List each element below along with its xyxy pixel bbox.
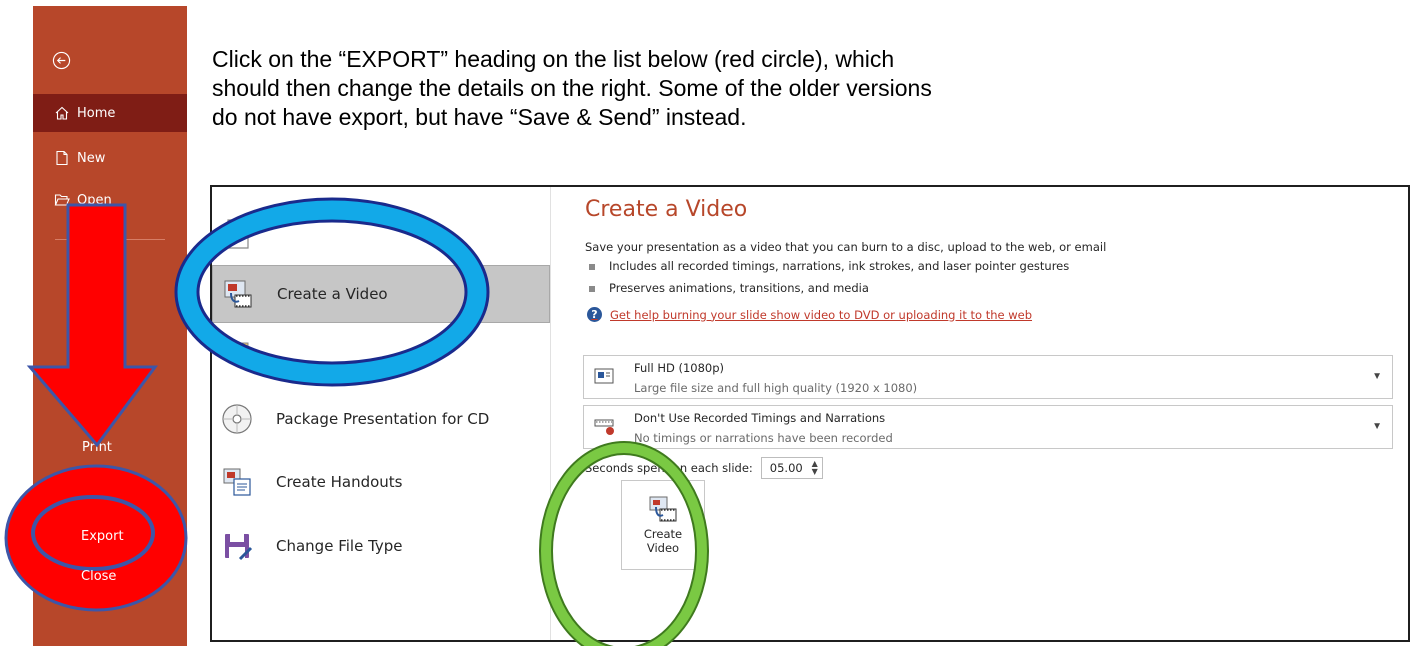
backstage-sidebar: Home New Open Print Export Close [33, 6, 187, 646]
create-video-button[interactable]: Create Video [621, 480, 705, 570]
nav-new[interactable]: New [33, 139, 187, 177]
nav-open[interactable]: Open [33, 181, 187, 219]
help-link-text[interactable]: Get help burning your slide show video t… [610, 308, 1032, 322]
quality-dropdown[interactable]: Full HD (1080p) Large file size and full… [583, 355, 1393, 399]
nav-new-label: New [77, 150, 106, 166]
option-change-file-type[interactable]: Change File Type [212, 517, 550, 575]
create-video-button-line1: Create [643, 527, 683, 541]
cd-icon [222, 404, 252, 434]
option-create-video-label: Create a Video [277, 285, 388, 303]
video-icon [224, 280, 252, 308]
chevron-down-icon: ▼ [1372, 371, 1382, 382]
instruction-text: Click on the “EXPORT” heading on the lis… [212, 46, 932, 130]
nav-print[interactable]: Print [82, 440, 112, 455]
timings-icon [594, 419, 614, 435]
export-panel: nt Create a Video Package Presentation f… [210, 185, 1410, 642]
back-arrow-icon[interactable] [52, 51, 71, 70]
details-bullet: Includes all recorded timings, narration… [589, 259, 1069, 273]
timings-subtitle: No timings or narrations have been recor… [634, 431, 893, 445]
quality-subtitle: Large file size and full high quality (1… [634, 381, 918, 395]
create-video-details: Create a Video Save your presentation as… [583, 187, 1405, 640]
timings-title: Don't Use Recorded Timings and Narration… [634, 411, 886, 425]
option-create-video[interactable]: Create a Video [212, 265, 550, 323]
details-title: Create a Video [585, 197, 748, 222]
details-bullet: Preserves animations, transitions, and m… [589, 281, 869, 295]
quality-title: Full HD (1080p) [634, 361, 725, 375]
option-create-pdf-label: nt [406, 221, 422, 239]
nav-home-label: Home [77, 105, 116, 121]
seconds-stepper[interactable]: 05.00 ▲ ▼ [760, 457, 823, 479]
nav-open-label: Open [77, 192, 112, 208]
home-icon [55, 106, 69, 120]
animated-gif-icon [225, 342, 249, 362]
option-create-pdf[interactable] [212, 205, 550, 263]
option-package-cd-label: Package Presentation for CD [276, 410, 490, 428]
create-video-icon [649, 496, 677, 522]
help-link[interactable]: ? Get help burning your slide show video… [587, 307, 1032, 322]
nav-close[interactable]: Close [81, 569, 116, 584]
seconds-label: Seconds spent on each slide: [585, 461, 753, 475]
seconds-per-slide: Seconds spent on each slide: 05.00 ▲ ▼ [585, 457, 823, 479]
chevron-down-icon: ▼ [1372, 421, 1382, 432]
presentation-quality-icon [594, 368, 614, 384]
option-change-file-type-label: Change File Type [276, 537, 403, 555]
help-question-icon: ? [587, 307, 602, 322]
document-icon [227, 219, 249, 249]
bullet-square-icon [589, 285, 595, 292]
open-folder-icon [54, 194, 70, 206]
details-description: Save your presentation as a video that y… [585, 240, 1107, 254]
save-disk-icon [225, 534, 253, 561]
export-options-list: nt Create a Video Package Presentation f… [212, 187, 551, 640]
nav-export[interactable]: Export [81, 529, 124, 544]
option-create-handouts-label: Create Handouts [276, 473, 403, 491]
option-package-cd[interactable]: Package Presentation for CD [212, 390, 550, 448]
nav-home[interactable]: Home [33, 94, 187, 132]
new-document-icon [56, 150, 68, 166]
timings-dropdown[interactable]: Don't Use Recorded Timings and Narration… [583, 405, 1393, 449]
handouts-icon [223, 468, 251, 496]
stepper-arrows-icon[interactable]: ▲ ▼ [812, 460, 818, 476]
nav-divider [55, 239, 165, 240]
option-hidden[interactable] [212, 325, 550, 383]
seconds-value[interactable]: 05.00 [770, 461, 803, 475]
option-create-handouts[interactable]: Create Handouts [212, 453, 550, 511]
bullet-square-icon [589, 263, 595, 270]
create-video-button-line2: Video [646, 541, 680, 555]
